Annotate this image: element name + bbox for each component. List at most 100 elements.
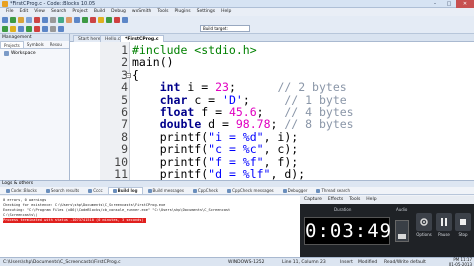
log-text: Executing: "C:\Program Files (x86)\CodeB… bbox=[3, 208, 231, 212]
build-toolbar-icon[interactable] bbox=[50, 26, 56, 32]
toolbar-icon[interactable] bbox=[26, 17, 32, 23]
build-toolbar-icon[interactable] bbox=[26, 26, 32, 32]
log-tab-build-log[interactable]: Build log bbox=[107, 187, 143, 194]
toolbar-icon[interactable] bbox=[50, 17, 56, 23]
pause-icon bbox=[441, 218, 447, 226]
menu-wxsmith[interactable]: wxSmith bbox=[129, 8, 154, 16]
build-toolbar-icon[interactable] bbox=[42, 26, 48, 32]
menu-help[interactable]: Help bbox=[218, 8, 234, 16]
log-tab-label: Debugger bbox=[287, 187, 308, 193]
build-toolbar-icon[interactable] bbox=[10, 26, 16, 32]
code-line[interactable]: 1 #include <stdio.h> bbox=[70, 44, 474, 57]
workspace-icon bbox=[4, 51, 9, 56]
menu-plugins[interactable]: Plugins bbox=[171, 8, 193, 16]
menu-tools[interactable]: Tools bbox=[154, 8, 171, 16]
toolbar-icon[interactable] bbox=[10, 17, 16, 23]
log-tab-icon bbox=[227, 188, 232, 193]
log-tab-label: Build log bbox=[117, 188, 138, 193]
status-file-path: C:\Users\shp\Documents\C_Screencasts\Fir… bbox=[3, 260, 121, 265]
recorder-menu-effects[interactable]: Effects bbox=[328, 196, 343, 204]
log-text: C:\Screencasts\) bbox=[3, 213, 38, 217]
toolbar-icon[interactable] bbox=[122, 17, 128, 23]
menu-debug[interactable]: Debug bbox=[108, 8, 129, 16]
toolbar-icon[interactable] bbox=[2, 17, 8, 23]
log-tab-label: Build messages bbox=[152, 187, 184, 193]
menu-build[interactable]: Build bbox=[91, 8, 108, 16]
log-tab-cppcheck[interactable]: CppCheck bbox=[189, 187, 222, 194]
log-tab-build-messages[interactable]: Build messages bbox=[144, 187, 188, 194]
fold-toggle-icon[interactable]: − bbox=[126, 72, 131, 78]
log-tab-label: CppCheck bbox=[197, 187, 219, 193]
log-text: 0 errors, 0 warnings bbox=[3, 198, 47, 202]
toolbar-icon[interactable] bbox=[98, 17, 104, 23]
options-button[interactable] bbox=[416, 213, 432, 231]
code-line[interactable]: 2 main() bbox=[70, 56, 474, 69]
editor-tab-strip: Start here Hello.c *FirstCProg.c bbox=[70, 34, 474, 42]
log-tab-debugger[interactable]: Debugger bbox=[279, 187, 312, 194]
audio-label: Audio bbox=[396, 207, 408, 212]
menu-search[interactable]: Search bbox=[48, 8, 69, 16]
build-toolbar-icon[interactable] bbox=[18, 26, 24, 32]
toolbar-row-secondary bbox=[2, 25, 64, 33]
log-tab-label: Cccc bbox=[93, 187, 103, 193]
menu-file[interactable]: File bbox=[3, 8, 17, 16]
gear-icon bbox=[420, 218, 428, 226]
menu-view[interactable]: View bbox=[31, 8, 48, 16]
log-tab-search-results[interactable]: Search results bbox=[42, 187, 83, 194]
build-log-output[interactable]: 0 errors, 0 warnings Checking for existen… bbox=[0, 196, 300, 258]
duration-label: Duration bbox=[334, 207, 352, 212]
status-insert-mode: Insert bbox=[340, 260, 353, 265]
management-panel: Management Projects Symbols Resou Worksp… bbox=[0, 34, 70, 180]
management-header: Management bbox=[0, 34, 69, 41]
log-line: Process terminated with status -10737415… bbox=[3, 218, 297, 225]
recorder-menu-capture[interactable]: Capture bbox=[304, 196, 322, 204]
build-toolbar-icon[interactable] bbox=[58, 26, 64, 32]
log-tab-label: Thread search bbox=[321, 187, 350, 193]
menu-project[interactable]: Project bbox=[69, 8, 90, 16]
code-line[interactable]: 11 printf("d = %lf", d); bbox=[70, 168, 474, 181]
tab-firstcprog-c[interactable]: *FirstCProg.c bbox=[120, 35, 164, 42]
log-text: Checking for existence: C:\Users\shp\Doc… bbox=[3, 203, 166, 207]
build-toolbar-icon[interactable] bbox=[2, 26, 8, 32]
log-tab-cccc[interactable]: Cccc bbox=[84, 187, 106, 194]
close-button[interactable]: ✕ bbox=[456, 0, 474, 8]
code-editor[interactable]: 1 #include <stdio.h> 2 main() 3{4 int i = 23… bbox=[70, 42, 474, 180]
workspace-node[interactable]: Workspace bbox=[0, 49, 69, 58]
log-tab-icon bbox=[192, 188, 197, 193]
status-access: Read/Write bbox=[384, 260, 409, 265]
toolbar-icon[interactable] bbox=[42, 17, 48, 23]
status-modified: Modified bbox=[358, 260, 378, 265]
status-bar: C:\Users\shp\Documents\C_Screencasts\Fir… bbox=[0, 257, 474, 266]
toolbar-icon[interactable] bbox=[106, 17, 112, 23]
toolbar-icon[interactable] bbox=[74, 17, 80, 23]
toolbar-icon[interactable] bbox=[114, 17, 120, 23]
recorder-menu-help[interactable]: Help bbox=[366, 196, 376, 204]
pause-button[interactable] bbox=[436, 213, 452, 231]
log-tab-thread-search[interactable]: Thread search bbox=[312, 187, 354, 194]
build-target-select[interactable]: Build target: bbox=[200, 25, 250, 32]
menu-edit[interactable]: Edit bbox=[17, 8, 32, 16]
log-tab-cppcheck-messages[interactable]: CppCheck messages bbox=[223, 187, 278, 194]
status-profile: default bbox=[410, 260, 426, 265]
recorder-menu-tools[interactable]: Tools bbox=[349, 196, 360, 204]
log-tab-code-blocks[interactable]: Code::Blocks bbox=[2, 187, 41, 194]
menu-settings[interactable]: Settings bbox=[194, 8, 218, 16]
toolbar-icon[interactable] bbox=[34, 17, 40, 23]
tab-resources[interactable]: Resou bbox=[47, 41, 65, 48]
stop-button[interactable] bbox=[455, 213, 471, 231]
toolbar-icon[interactable] bbox=[82, 17, 88, 23]
pause-label: Pause bbox=[438, 232, 450, 237]
toolbar-icon[interactable] bbox=[58, 17, 64, 23]
screen-recorder-panel: Capture Effects Tools Help Duration 0:03… bbox=[300, 196, 474, 257]
clock-date: 01-05-2013 bbox=[448, 261, 472, 266]
toolbar-icon[interactable] bbox=[18, 17, 24, 23]
minimize-button[interactable]: – bbox=[428, 0, 442, 8]
log-tab-icon bbox=[112, 189, 117, 193]
tab-projects[interactable]: Projects bbox=[0, 41, 24, 48]
toolbar-icon[interactable] bbox=[66, 17, 72, 23]
toolbar-icon[interactable] bbox=[90, 17, 96, 23]
build-toolbar-icon[interactable] bbox=[34, 26, 40, 32]
tab-symbols[interactable]: Symbols bbox=[24, 41, 47, 48]
toolbar: Build target: bbox=[0, 16, 474, 34]
maximize-button[interactable]: □ bbox=[442, 0, 456, 8]
